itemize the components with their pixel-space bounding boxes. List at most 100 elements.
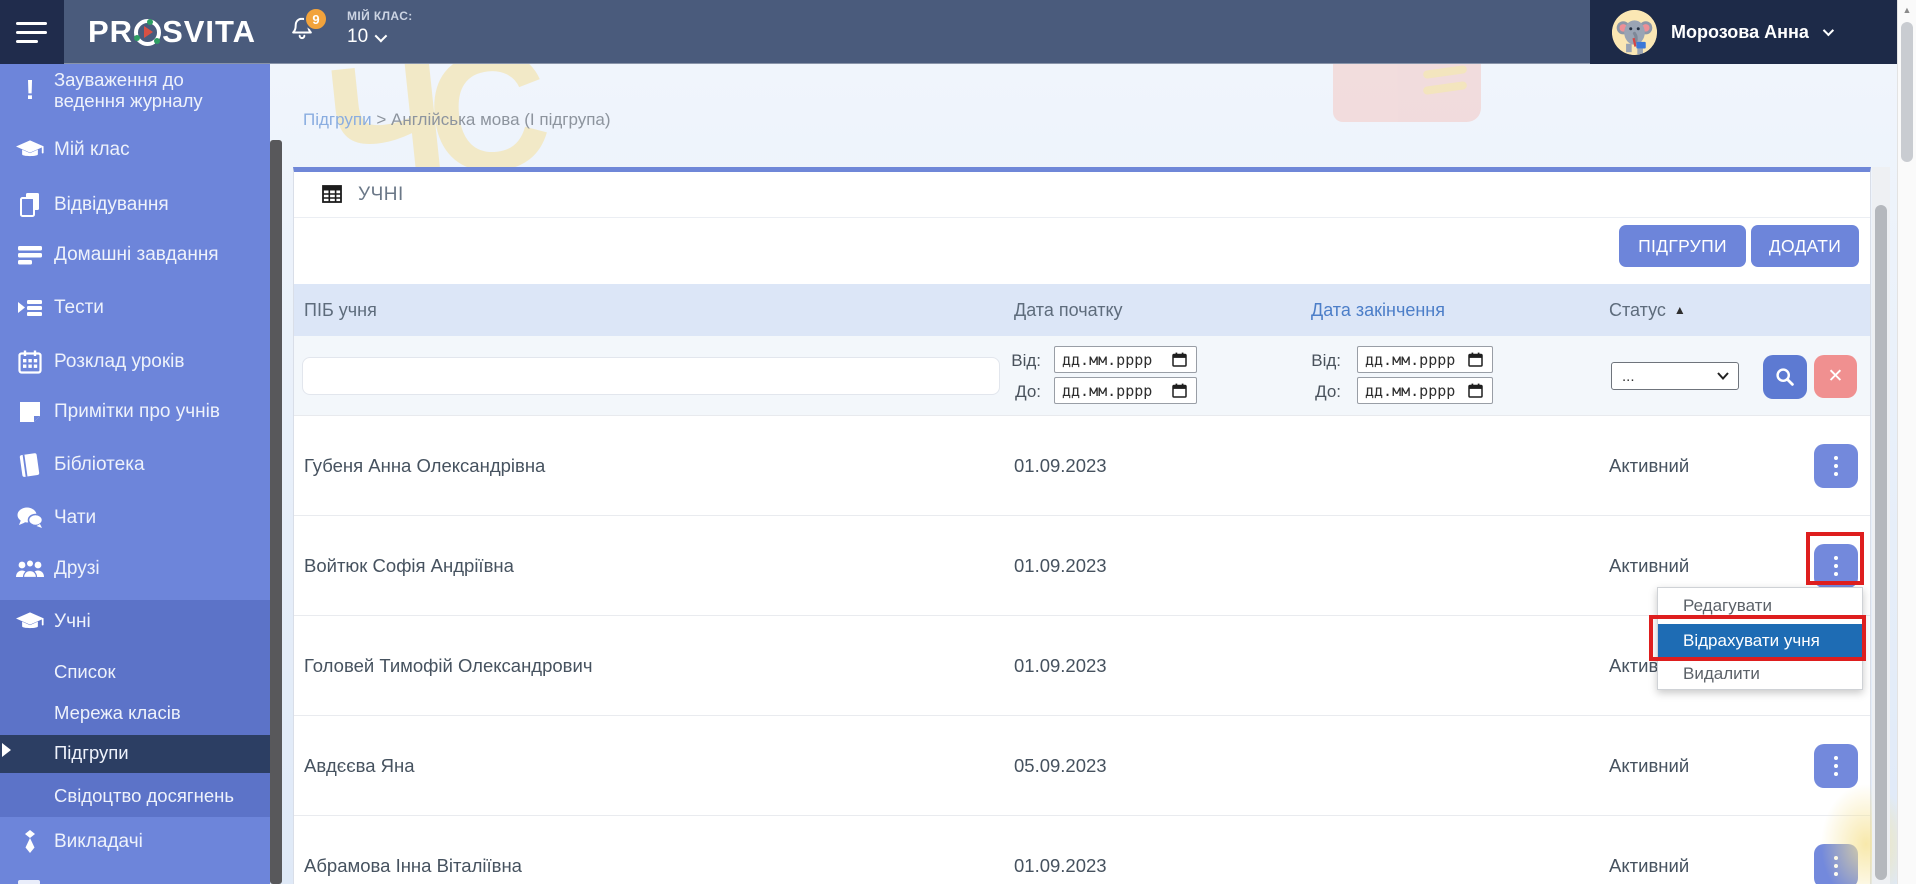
sidebar-item-vykladachi[interactable]: Викладачі: [0, 820, 270, 864]
sidebar-item-chaty[interactable]: Чати: [0, 496, 270, 540]
card-header: УЧНІ: [294, 172, 1870, 218]
col-header-name: ПІБ учня: [304, 284, 377, 336]
clear-filters-button[interactable]: ✕: [1814, 355, 1857, 398]
name-filter-input[interactable]: [302, 357, 1000, 395]
chevron-down-icon: [1823, 25, 1834, 36]
content-scrollbar-thumb[interactable]: [1875, 205, 1887, 880]
sidebar-item-prymitky[interactable]: Примітки про учнів: [0, 390, 270, 434]
date-start: 01.09.2023: [1014, 416, 1107, 516]
user-name: Морозова Анна: [1671, 22, 1809, 43]
card-title: УЧНІ: [358, 184, 404, 206]
students-card: УЧНІ ПІДГРУПИ ДОДАТИ ПІБ учня Дата почат…: [293, 167, 1871, 884]
screen: PR SVITA 9 МІЙ КЛАС: 10: [0, 0, 1916, 884]
partial-item-icon: [18, 880, 40, 884]
graduation-cap-icon: [16, 136, 44, 164]
sidebar-subitem-merezha[interactable]: Мережа класів: [0, 693, 270, 733]
logo-play-icon: [134, 19, 161, 46]
sidebar-item-zauvazhennia[interactable]: ! Зауваження до ведення журналу: [0, 66, 270, 114]
breadcrumb-current: Англійська мова (І підгрупа): [391, 110, 611, 129]
date-start: 01.09.2023: [1014, 816, 1107, 884]
pages-icon: [16, 191, 44, 219]
menu-item-edit[interactable]: Редагувати: [1658, 588, 1862, 624]
table-row: Авдєєва Яна 05.09.2023 Активний: [294, 716, 1870, 816]
table-row: Головей Тимофій Олександрович 01.09.2023…: [294, 616, 1870, 716]
menu-item-expel-student[interactable]: Відрахувати учня: [1658, 624, 1862, 657]
sidebar-subitem-svidotstvo[interactable]: Свідоцтво досягнень: [0, 776, 270, 816]
sidebar-scrollbar[interactable]: [270, 140, 282, 884]
watermark-book: [1333, 64, 1481, 122]
date-start-to-label: До:: [999, 382, 1041, 402]
col-header-date-end[interactable]: Дата закінчення: [1311, 284, 1445, 336]
date-end-to-input[interactable]: [1357, 377, 1493, 404]
breadcrumb: Підгрупи > Англійська мова (І підгрупа): [303, 110, 611, 130]
search-button[interactable]: [1763, 355, 1807, 399]
menu-toggle-button[interactable]: [0, 0, 64, 64]
my-class-label: МІЙ КЛАС:: [347, 9, 413, 23]
student-name: Абрамова Інна Віталіївна: [304, 816, 522, 884]
notification-badge: 9: [304, 7, 328, 31]
date-start: 05.09.2023: [1014, 716, 1107, 816]
topbar: PR SVITA 9 МІЙ КЛАС: 10: [0, 0, 1916, 64]
row-actions-button[interactable]: [1814, 444, 1858, 488]
logo-text-pre: PR: [88, 14, 133, 50]
breadcrumb-separator: >: [376, 110, 386, 129]
col-header-date-start: Дата початку: [1014, 284, 1123, 336]
sort-asc-icon: ▲: [1674, 303, 1686, 317]
student-name: Войтюк Софія Андріївна: [304, 516, 514, 616]
date-start-from-label: Від:: [999, 351, 1041, 371]
date-start: 01.09.2023: [1014, 516, 1107, 616]
sidebar-item-vidviduvannia[interactable]: Відвідування: [0, 183, 270, 227]
status-text: Активний: [1609, 816, 1689, 884]
avatar: [1612, 10, 1657, 55]
main-content: ЧС Підгрупи > Англійська мова (І підгруп…: [270, 64, 1897, 884]
notifications-button[interactable]: 9: [288, 14, 332, 54]
people-icon: [16, 555, 44, 583]
my-class-block: МІЙ КЛАС: 10: [347, 9, 413, 48]
sidebar-item-rozklad[interactable]: Розклад уроків: [0, 340, 270, 384]
test-list-icon: [16, 294, 44, 322]
class-value: 10: [347, 26, 368, 48]
row-actions-button[interactable]: [1814, 744, 1858, 788]
sidebar-item-miy-klas[interactable]: Мій клас: [0, 128, 270, 172]
graduation-cap-icon: [16, 608, 44, 636]
menu-item-delete[interactable]: Видалити: [1658, 657, 1862, 691]
browser-scrollbar[interactable]: ▲: [1897, 0, 1916, 884]
scroll-up-arrow-icon[interactable]: ▲: [1898, 5, 1916, 15]
user-menu[interactable]: Морозова Анна: [1590, 0, 1897, 64]
table-grid-icon: [322, 185, 342, 203]
class-selector[interactable]: 10: [347, 26, 413, 48]
table-row: Войтюк Софія Андріївна 01.09.2023 Активн…: [294, 516, 1870, 616]
app-logo[interactable]: PR SVITA: [88, 0, 256, 64]
book-icon: [16, 451, 44, 479]
date-end-from-input[interactable]: [1357, 346, 1493, 373]
row-context-menu: Редагувати Відрахувати учня Видалити: [1657, 587, 1863, 690]
content-scrollbar[interactable]: [1872, 167, 1890, 884]
sidebar-item-testy[interactable]: Тести: [0, 286, 270, 330]
status-filter-value: ...: [1622, 368, 1635, 385]
row-actions-button[interactable]: [1814, 544, 1858, 588]
list-icon: [16, 241, 44, 269]
breadcrumb-parent-link[interactable]: Підгрупи: [303, 110, 372, 129]
sidebar-item-uchni[interactable]: Учні: [0, 600, 270, 644]
status-filter-select[interactable]: ...: [1611, 362, 1739, 390]
date-start-from-input[interactable]: [1054, 346, 1197, 373]
table-row: Абрамова Інна Віталіївна 01.09.2023 Акти…: [294, 816, 1870, 884]
sidebar-item-domashni[interactable]: Домашні завдання: [0, 233, 270, 277]
status-text: Активний: [1609, 416, 1689, 516]
sidebar-subitem-spysok[interactable]: Список: [0, 652, 270, 692]
student-name: Авдєєва Яна: [304, 716, 415, 816]
search-icon: [1775, 367, 1795, 387]
col-header-status[interactable]: Статус ▲: [1609, 284, 1686, 336]
chevron-down-icon: [375, 29, 388, 42]
close-icon: ✕: [1828, 365, 1844, 388]
exclamation-icon: !: [16, 76, 44, 104]
add-button[interactable]: ДОДАТИ: [1751, 225, 1859, 267]
chevron-down-icon: [1717, 372, 1729, 380]
date-start-to-input[interactable]: [1054, 377, 1197, 404]
note-icon: [16, 398, 44, 426]
subgroups-button[interactable]: ПІДГРУПИ: [1619, 225, 1746, 267]
sidebar-item-biblioteka[interactable]: Бібліотека: [0, 443, 270, 487]
sidebar-item-druzi[interactable]: Друзі: [0, 547, 270, 591]
sidebar-subitem-pidhrupy[interactable]: Підгрупи: [0, 733, 270, 773]
browser-scrollbar-thumb[interactable]: [1901, 22, 1913, 162]
